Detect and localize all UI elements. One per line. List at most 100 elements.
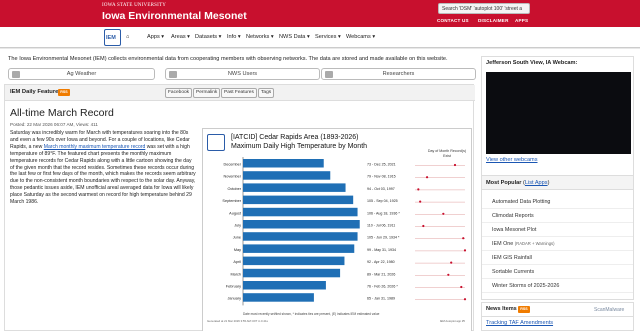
tab-researchers[interactable]: Researchers — [321, 68, 476, 80]
chart-bar — [243, 232, 358, 241]
chart-annotation: 73 - Dec 25, 2021 — [367, 163, 396, 167]
contact-us-link[interactable]: CONTACT US — [437, 18, 469, 23]
popular-item[interactable]: IEM One (RADAR + Warnings) — [482, 237, 633, 251]
nav-areas-label: Areas — [171, 34, 186, 40]
chart-annotation: 89 - Mar 21, 2026 — [367, 272, 395, 276]
feature-body: Saturday was incredibly warm for March w… — [10, 130, 197, 206]
chart-bar — [243, 256, 345, 266]
chart-category-label: January — [227, 297, 241, 301]
permalink-button[interactable]: Permalink — [193, 88, 221, 98]
nav-info[interactable]: Info ▾ — [227, 34, 241, 40]
popular-item-suffix: (RADAR + Warnings) — [514, 241, 555, 246]
daily-feature-panel: IEM Daily Feature RSS Facebook Permalink… — [4, 84, 475, 331]
list-apps-link[interactable]: List Apps — [525, 180, 548, 186]
chart-day-marker — [442, 212, 445, 215]
popular-item[interactable]: IEM GIS Rainfall — [482, 251, 633, 265]
chart-credit: IEM Autoplot app #5 — [440, 319, 466, 323]
nav-apps-label: Apps — [147, 34, 160, 40]
search-input[interactable]: Search 'DSM' 'autoplot 100' 'street a — [438, 3, 530, 14]
chart-annotation: 65 - Jan 31, 1989 — [367, 297, 395, 301]
chart-annotation: 105 - Jun 29, 1934 * — [367, 236, 400, 240]
chart-category-label: March — [230, 272, 241, 276]
chart-bar — [243, 195, 354, 205]
chart-day-marker — [419, 200, 422, 203]
popular-item[interactable]: Iowa Mesonet Plot — [482, 223, 633, 237]
past-features-button[interactable]: Past Features — [221, 88, 257, 98]
iem-logo[interactable]: IEM — [104, 29, 121, 46]
chart-day-marker — [462, 237, 465, 240]
chart-day-marker — [460, 285, 463, 289]
intro-text: The Iowa Environmental Mesonet (IEM) col… — [8, 56, 448, 62]
news-item-link[interactable]: Tracking TAF Amendments — [486, 320, 553, 326]
logo-text: IEM — [106, 35, 116, 41]
nav-networks[interactable]: Networks ▾ — [246, 34, 274, 40]
chart-annotation: 76 - Feb 26, 2026 * — [367, 285, 398, 289]
scanmalware-watermark: ScanMalware — [594, 307, 625, 313]
nav-webcams-label: Webcams — [346, 34, 371, 40]
chart-svg: December 73 - Dec 25, 2021 November 79 - No… — [207, 157, 467, 323]
rss-badge[interactable]: RSS — [58, 89, 70, 96]
tab-nws-users[interactable]: NWS Users — [165, 68, 320, 80]
news-rss-badge[interactable]: RSS — [518, 306, 530, 313]
nav-services[interactable]: Services ▾ — [315, 34, 341, 40]
popular-item[interactable]: Climodat Reports — [482, 209, 633, 223]
feature-text-2: was set with a high temperature of 89°F.… — [10, 143, 196, 206]
chart-category-label: July — [234, 224, 241, 228]
popular-item[interactable]: Automated Data Plotting — [482, 195, 633, 209]
home-icon[interactable]: ⌂ — [126, 34, 129, 40]
chart-day-marker — [447, 273, 450, 276]
chart-day-marker — [425, 176, 429, 179]
most-popular-panel: Most Popular (List Apps) Automated Data … — [481, 175, 634, 300]
tags-button[interactable]: Tags — [258, 88, 275, 98]
webcam-image[interactable] — [486, 72, 631, 154]
nav-datasets[interactable]: Datasets ▾ — [195, 34, 221, 40]
popular-list-apps: (List Apps) — [523, 180, 550, 186]
news-divider — [482, 316, 633, 317]
chart-annotation: 105 - Sep 04, 1925 — [367, 199, 398, 203]
chart-category-label: September — [222, 199, 241, 203]
feature-header: IEM Daily Feature RSS Facebook Permalink… — [5, 85, 475, 101]
chart-annotation: 99 - May 31, 1934 — [367, 248, 396, 252]
chart-category-label: February — [226, 285, 241, 289]
tab-ag-weather-label: Ag Weather — [66, 71, 97, 77]
university-name[interactable]: IOWA STATE UNIVERSITY — [102, 3, 166, 8]
chart-day-marker — [453, 163, 457, 167]
view-webcams-link[interactable]: View other webcams — [486, 157, 538, 163]
chart-generated: Generated at 21 Mar 2026 3:55 AM CDT in … — [207, 319, 268, 323]
apps-link[interactable]: APPS — [515, 18, 528, 23]
facebook-button[interactable]: Facebook — [165, 88, 193, 98]
chart-day-marker — [450, 261, 453, 264]
chart-bar — [243, 171, 331, 180]
chart-category-label: August — [229, 211, 242, 215]
feature-posted: Posted: 22 Mar 2026 06:07 AM, Views: 411 — [10, 122, 98, 127]
nav-nws-data[interactable]: NWS Data ▾ — [279, 34, 310, 40]
tab-icon — [169, 71, 177, 78]
tab-nws-users-label: NWS Users — [227, 71, 258, 77]
nav-nws-data-label: NWS Data — [279, 34, 306, 40]
nav-webcams[interactable]: Webcams ▾ — [346, 34, 375, 40]
tab-ag-weather[interactable]: Ag Weather — [8, 68, 155, 80]
nav-apps[interactable]: Apps ▾ — [147, 34, 164, 40]
chart-category-label: May — [234, 248, 241, 252]
popular-item[interactable]: Winter Storms of 2025-2026 — [482, 279, 633, 293]
disclaimer-link[interactable]: DISCLAIMER — [478, 18, 509, 23]
chart-annotation: 94 - Oct 03, 1997 — [367, 187, 395, 191]
popular-item[interactable]: Sortable Currents — [482, 265, 633, 279]
tab-icon — [12, 71, 20, 78]
tab-icon — [325, 71, 333, 78]
chart-annotation: 79 - Nov 08, 1915 — [367, 175, 396, 179]
chart-bar — [243, 220, 360, 229]
feature-chart[interactable]: [IATCID] Cedar Rapids Area (1893-2026) M… — [202, 128, 472, 331]
chart-category-label: October — [227, 187, 241, 191]
record-link[interactable]: March monthly maximum temperature record — [44, 144, 146, 150]
popular-item-label: IEM One — [492, 241, 514, 247]
nav-datasets-label: Datasets — [195, 34, 218, 40]
nav-networks-label: Networks — [246, 34, 270, 40]
nav-areas[interactable]: Areas ▾ — [171, 34, 190, 40]
chart-day-marker — [422, 224, 425, 228]
chart-annotation: 110 - Jul 06, 1911 — [367, 224, 395, 228]
chart-category-label: June — [233, 236, 241, 240]
news-panel: News Items RSS ScanMalware Tracking TAF … — [481, 302, 634, 331]
popular-title: Most Popular — [486, 180, 522, 186]
news-title: News Items — [486, 306, 517, 312]
